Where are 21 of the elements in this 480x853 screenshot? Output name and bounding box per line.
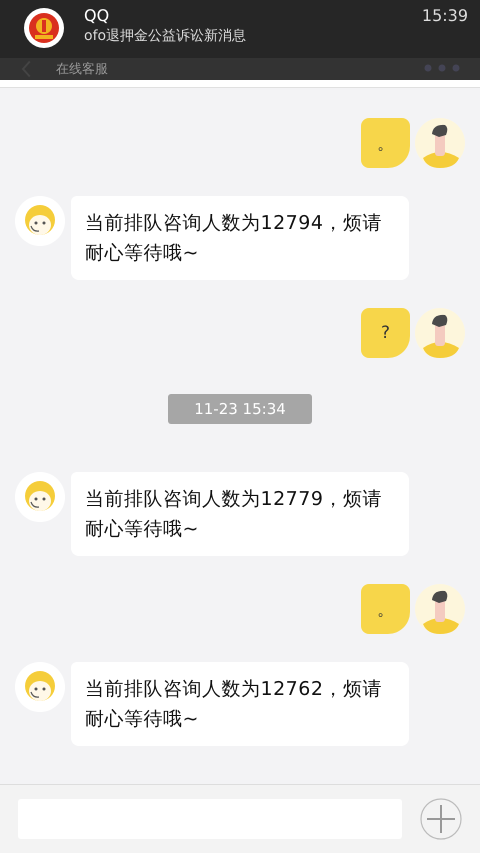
notification-toast[interactable]: QQ ofo退押金公益诉讼新消息 15:39 xyxy=(0,0,480,58)
user-avatar-icon xyxy=(415,118,465,168)
user-avatar-icon xyxy=(415,584,465,634)
message-bubble: 。 xyxy=(361,584,410,634)
message-bubble: 当前排队咨询人数为12779，烦请耐心等待哦~ xyxy=(71,472,409,556)
message-bubble: 。 xyxy=(361,118,410,168)
message-bubble: 当前排队咨询人数为12794，烦请耐心等待哦~ xyxy=(71,196,409,280)
notification-time: 15:39 xyxy=(422,6,468,25)
add-icon[interactable] xyxy=(420,798,462,840)
more-icon[interactable] xyxy=(424,64,460,72)
notification-text: ofo退押金公益诉讼新消息 xyxy=(84,27,246,45)
user-avatar-icon xyxy=(415,308,465,358)
emblem-icon xyxy=(24,8,64,48)
agent-avatar-icon xyxy=(15,662,65,712)
message-bubble: 当前排队咨询人数为12762，烦请耐心等待哦~ xyxy=(71,662,409,746)
message-bubble: ? xyxy=(361,308,410,358)
notification-app: QQ xyxy=(84,6,110,25)
agent-avatar-icon xyxy=(15,196,65,246)
page-title: 在线客服 xyxy=(56,61,108,78)
timestamp: 11-23 15:34 xyxy=(168,394,312,424)
agent-avatar-icon xyxy=(15,472,65,522)
